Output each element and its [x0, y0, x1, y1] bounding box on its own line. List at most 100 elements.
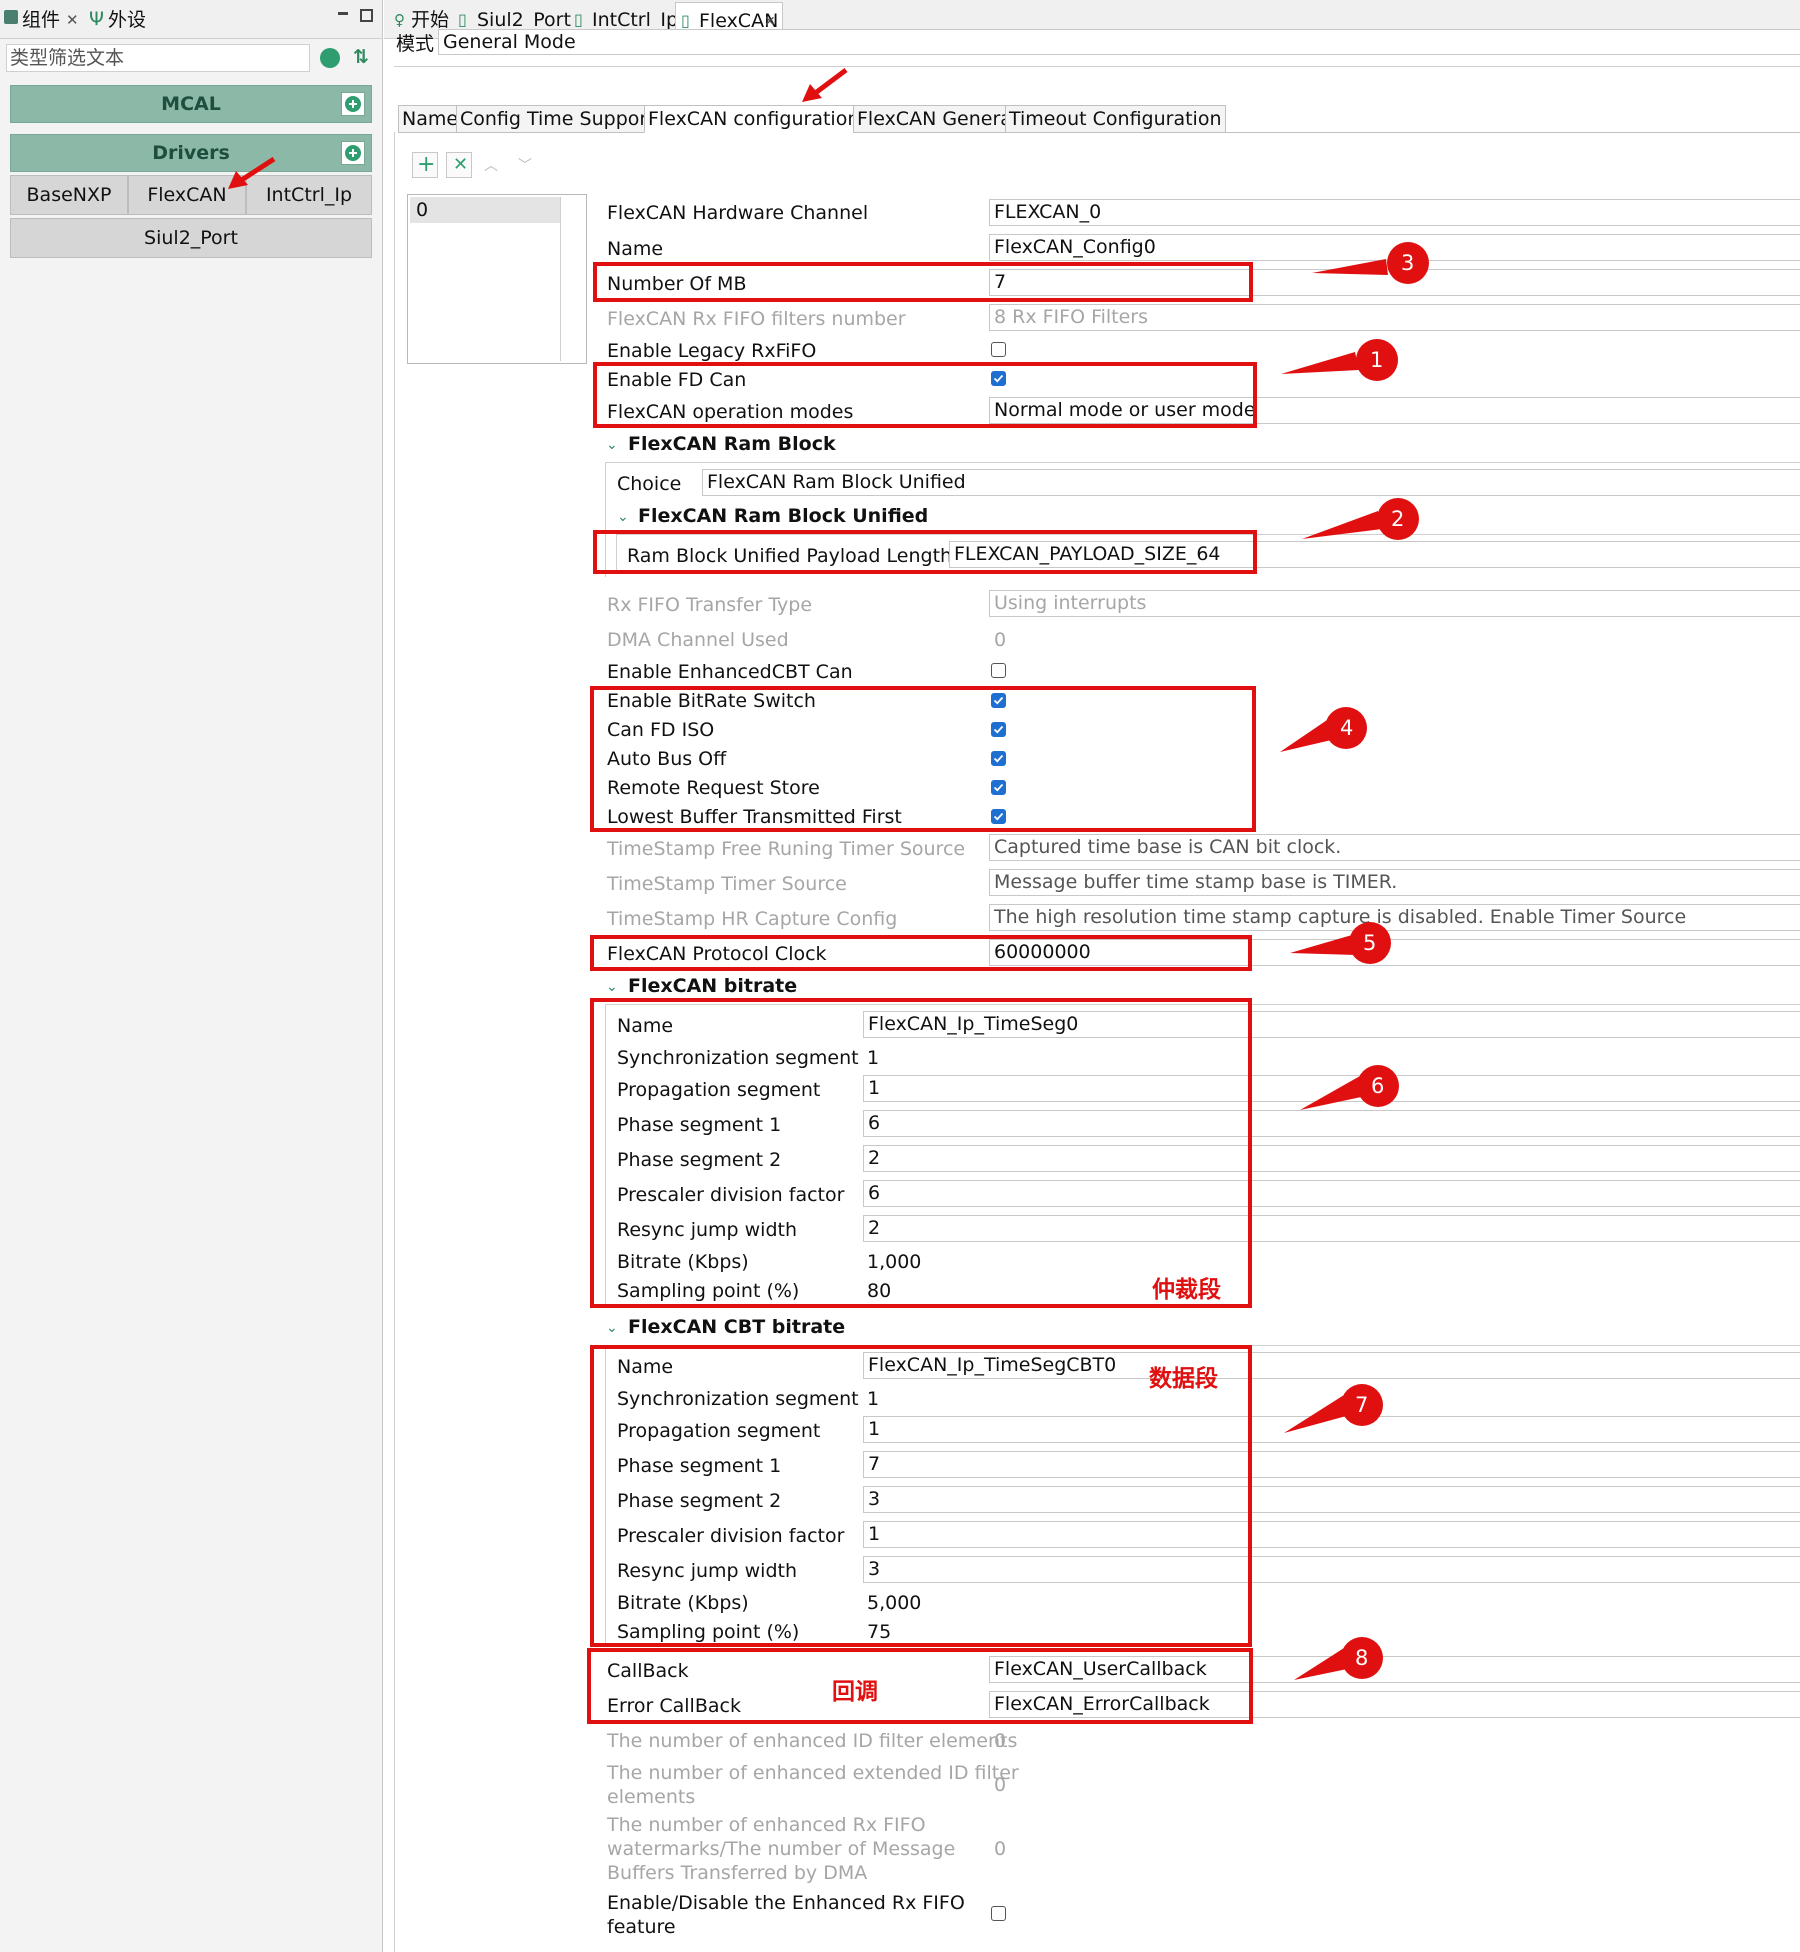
add-item-button[interactable]: +	[412, 152, 438, 178]
highlight-box-8	[587, 1648, 1253, 1724]
filter-placeholder: 类型筛选文本	[10, 47, 125, 69]
callout-7-label: 7	[1355, 1393, 1369, 1417]
callout-7	[1284, 1384, 1383, 1433]
data-phase-note: 数据段	[1149, 1366, 1218, 1392]
enh-ext-id-filter-label-1: The number of enhanced extended ID filte…	[607, 1762, 1019, 1784]
remove-icon: ✕	[453, 154, 469, 175]
enh-id-filter-value: 0	[994, 1730, 1007, 1752]
enhanced-cbt-checkbox[interactable]	[991, 663, 1006, 678]
highlight-box-5	[590, 935, 1252, 971]
hw-channel-label: FlexCAN Hardware Channel	[607, 202, 869, 224]
tab-flexcan-configurations[interactable]: FlexCAN configurations	[644, 105, 874, 133]
mode-label: 模式	[396, 33, 435, 55]
separator	[394, 66, 1800, 67]
enh-ext-id-filter-label-2: elements	[607, 1786, 696, 1808]
ts-timer-label: TimeStamp Timer Source	[607, 873, 847, 895]
enh-id-filter-label: The number of enhanced ID filter element…	[607, 1730, 1018, 1752]
dma-channel-label: DMA Channel Used	[607, 629, 789, 651]
driver-basenxp[interactable]: BaseNXP	[10, 175, 128, 215]
callout-8	[1294, 1637, 1383, 1680]
group-mcal-label: MCAL	[161, 93, 221, 115]
tab-config-time-support[interactable]: Config Time Support	[456, 105, 659, 133]
ram-block-unified-title: FlexCAN Ram Block Unified	[638, 505, 929, 527]
rx-fifo-transfer-label: Rx FIFO Transfer Type	[607, 594, 813, 616]
mode-select[interactable]: General Mode	[438, 29, 1800, 55]
enh-rx-fifo-en-label-1: Enable/Disable the Enhanced Rx FIFO	[607, 1892, 965, 1914]
add-filter-icon[interactable]	[320, 48, 340, 68]
enh-ext-id-filter-value: 0	[994, 1774, 1007, 1796]
chevron-down-icon[interactable]: ⌄	[606, 433, 618, 457]
left-panel-header: 组件 ✕ Ψ 外设	[0, 0, 382, 39]
close-icon[interactable]: ✕	[66, 8, 79, 32]
filter-input[interactable]: 类型筛选文本	[6, 44, 310, 72]
legacy-rxfifo-checkbox[interactable]	[991, 342, 1006, 357]
components-icon	[4, 10, 18, 24]
config-list: 0	[407, 194, 587, 364]
remove-item-button[interactable]: ✕	[446, 152, 472, 178]
tab-flexcan-general[interactable]: FlexCAN General	[853, 105, 1022, 133]
arrow-pointer	[228, 156, 276, 189]
callout-4-label: 4	[1340, 716, 1354, 740]
add-mcal-icon[interactable]	[341, 92, 365, 116]
highlight-box-4	[590, 686, 1256, 832]
left-panel: 组件 ✕ Ψ 外设 类型筛选文本 ⇅ MCAL Drivers BaseNXP …	[0, 0, 383, 1952]
chevron-down-icon[interactable]: ⌄	[617, 505, 629, 529]
arbitration-phase-note: 仲裁段	[1152, 1277, 1221, 1303]
move-down-icon[interactable]: ﹀	[518, 154, 532, 178]
enh-rx-fifo-wm-label-3: Buffers Transferred by DMA	[607, 1862, 868, 1884]
ts-free-timer-label: TimeStamp Free Runing Timer Source	[607, 838, 966, 860]
highlight-box-2	[593, 530, 1257, 574]
ram-block-title: FlexCAN Ram Block	[628, 433, 836, 455]
callout-5-label: 5	[1363, 931, 1377, 955]
minimize-icon[interactable]	[338, 12, 348, 15]
list-scrollbar[interactable]	[560, 197, 561, 361]
tab-components[interactable]: 组件	[22, 8, 60, 32]
rx-fifo-filters-select: 8 Rx FIFO Filters	[989, 304, 1800, 331]
hw-channel-select[interactable]: FLEXCAN_0	[989, 199, 1800, 226]
list-item-label: 0	[416, 199, 429, 221]
left-border	[394, 132, 395, 1952]
callback-note: 回调	[832, 1679, 878, 1705]
chevron-down-icon[interactable]: ⌄	[606, 975, 618, 999]
arrow-pointer	[802, 68, 848, 102]
rx-fifo-transfer-select: Using interrupts	[989, 590, 1800, 617]
sort-icon[interactable]: ⇅	[353, 45, 369, 69]
move-up-icon[interactable]: ︿	[484, 154, 498, 178]
add-drivers-icon[interactable]	[341, 141, 365, 165]
chevron-down-icon[interactable]: ⌄	[606, 1316, 618, 1340]
driver-siul2-port[interactable]: Siul2_Port	[10, 218, 372, 258]
enh-rx-fifo-wm-label-1: The number of enhanced Rx FIFO	[607, 1814, 926, 1836]
enh-rx-fifo-wm-value: 0	[994, 1838, 1007, 1860]
cbt-bitrate-title: FlexCAN CBT bitrate	[628, 1316, 846, 1338]
callout-6-label: 6	[1371, 1074, 1385, 1098]
choice-label: Choice	[617, 473, 682, 495]
enh-rx-fifo-wm-label-2: watermarks/The number of Message	[607, 1838, 956, 1860]
callout-4	[1280, 707, 1367, 752]
tab-name[interactable]: Name	[398, 105, 463, 133]
callout-1-label: 1	[1370, 348, 1384, 372]
enh-rx-fifo-en-label-2: feature	[607, 1916, 676, 1938]
name-label: Name	[607, 238, 664, 260]
enh-rx-fifo-en-checkbox[interactable]	[991, 1906, 1006, 1921]
list-item[interactable]: 0	[410, 197, 560, 223]
highlight-box-1	[593, 362, 1257, 428]
rx-fifo-filters-label: FlexCAN Rx FIFO filters number	[607, 308, 906, 330]
start-icon: ♀	[394, 11, 405, 29]
tab-timeout-configuration[interactable]: Timeout Configuration	[1005, 105, 1226, 133]
enhanced-cbt-label: Enable EnhancedCBT Can	[607, 661, 853, 683]
maximize-icon[interactable]	[360, 9, 373, 22]
group-drivers-label: Drivers	[152, 142, 230, 164]
tab-underline	[1208, 132, 1800, 133]
highlight-box-6	[590, 998, 1252, 1308]
group-drivers[interactable]: Drivers	[10, 134, 372, 172]
ts-timer-select: Message buffer time stamp base is TIMER.	[989, 869, 1800, 896]
callout-2-label: 2	[1391, 507, 1405, 531]
group-mcal[interactable]: MCAL	[10, 85, 372, 123]
callout-6	[1300, 1065, 1399, 1110]
callout-5	[1290, 922, 1391, 964]
choice-select[interactable]: FlexCAN Ram Block Unified	[702, 469, 1800, 496]
tab-peripherals[interactable]: 外设	[108, 8, 146, 32]
ts-hr-label: TimeStamp HR Capture Config	[607, 908, 898, 930]
highlight-box-3	[593, 262, 1253, 302]
ts-free-timer-select: Captured time base is CAN bit clock.	[989, 834, 1800, 861]
